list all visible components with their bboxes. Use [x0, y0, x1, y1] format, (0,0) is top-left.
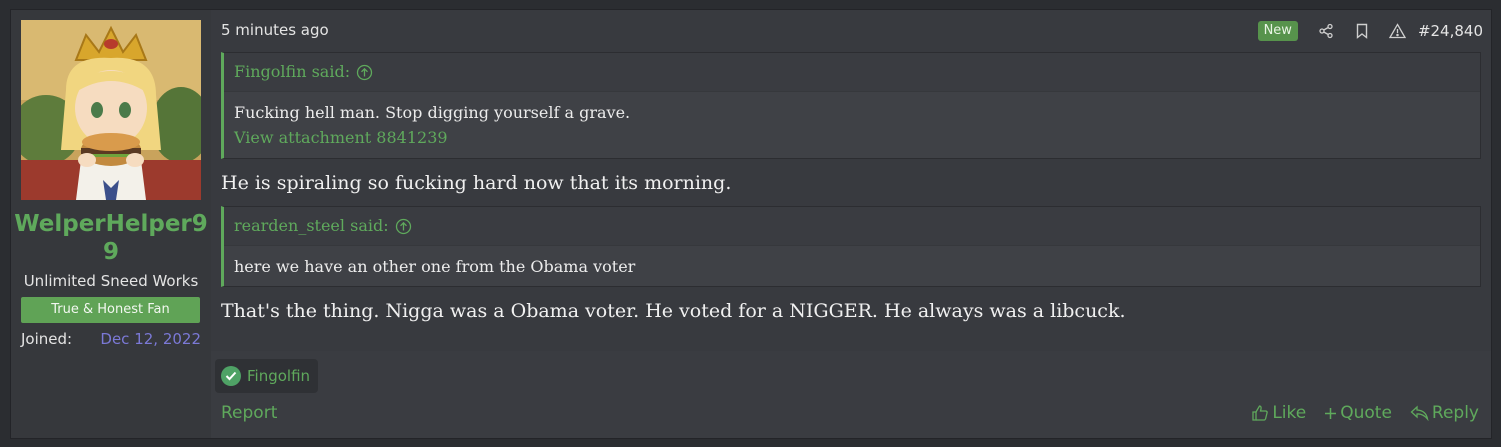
quote-label: Quote: [1340, 403, 1392, 423]
quote-content: Fucking hell man. Stop digging yourself …: [224, 92, 1480, 160]
share-icon[interactable]: [1308, 19, 1344, 43]
post-actions: Like Quote Reply: [1251, 403, 1479, 423]
check-circle-icon: [221, 366, 241, 386]
reply-button[interactable]: Reply: [1410, 403, 1479, 423]
attachment-link[interactable]: View attachment 8841239: [234, 125, 1470, 150]
arrow-up-circle-icon[interactable]: [395, 218, 412, 235]
quote-block: rearden_steel said: here we have an othe…: [221, 206, 1481, 287]
post-number[interactable]: #24,840: [1418, 22, 1483, 40]
plus-icon: [1325, 407, 1337, 419]
reply-label: Reply: [1431, 403, 1479, 423]
user-banner: True & Honest Fan: [21, 297, 200, 323]
quote-header[interactable]: Fingolfin said:: [224, 53, 1480, 92]
user-title: Unlimited Sneed Works: [23, 272, 199, 290]
like-label: Like: [1272, 403, 1307, 423]
post-header-actions: New #24,840: [1257, 19, 1483, 43]
arrow-up-circle-icon[interactable]: [356, 64, 373, 81]
message-post: WelperHelper99 Unlimited Sneed Works Tru…: [10, 9, 1492, 439]
joined-label: Joined:: [21, 330, 73, 348]
quote-author[interactable]: rearden_steel said:: [234, 207, 389, 245]
username[interactable]: WelperHelper99: [11, 210, 211, 266]
reply-icon: [1410, 405, 1429, 421]
quote-text: here we have an other one from the Obama…: [234, 257, 636, 276]
quote-content: here we have an other one from the Obama…: [224, 246, 1480, 289]
user-info-panel: WelperHelper99 Unlimited Sneed Works Tru…: [11, 10, 211, 438]
post-timestamp[interactable]: 5 minutes ago: [221, 21, 329, 39]
bookmark-icon[interactable]: [1344, 19, 1380, 43]
post-footer: Fingolfin Report Like Quote Reply: [211, 351, 1491, 438]
quote-block: Fingolfin said: Fucking hell man. Stop d…: [221, 52, 1481, 159]
thumbs-up-icon: [1252, 405, 1269, 421]
like-button[interactable]: Like: [1251, 403, 1306, 423]
quote-author[interactable]: Fingolfin said:: [234, 53, 350, 91]
post-paragraph: That's the thing. Nigga was a Obama vote…: [221, 300, 1126, 322]
new-badge: New: [1257, 21, 1298, 41]
warning-icon[interactable]: [1380, 19, 1416, 43]
message-content: 5 minutes ago New #24,840 Fingolfin said…: [211, 10, 1491, 351]
quote-text: Fucking hell man. Stop digging yourself …: [234, 103, 631, 122]
reactions-bar[interactable]: Fingolfin: [215, 359, 319, 393]
report-link[interactable]: Report: [221, 403, 277, 423]
joined-date: Dec 12, 2022: [100, 330, 201, 348]
avatar[interactable]: [21, 20, 201, 200]
quote-button[interactable]: Quote: [1324, 403, 1392, 423]
post-paragraph: He is spiraling so fucking hard now that…: [221, 172, 732, 194]
reaction-users[interactable]: Fingolfin: [247, 367, 310, 385]
quote-header[interactable]: rearden_steel said:: [224, 207, 1480, 246]
